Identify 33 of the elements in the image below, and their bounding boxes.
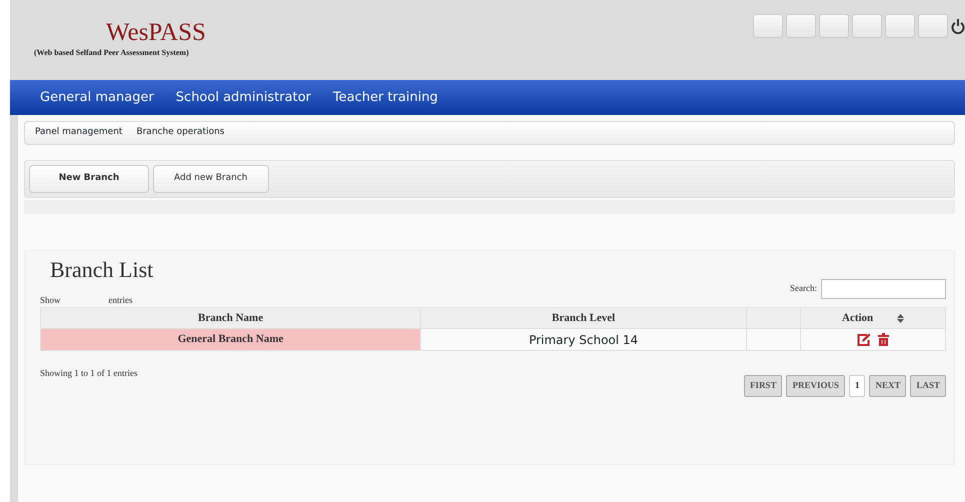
toolbar-button[interactable] [786,14,816,38]
breadcrumb-link[interactable]: Branche operations [136,126,224,140]
page-button[interactable]: PREVIOUS [786,375,845,396]
action-button[interactable]: Add new Branch [153,165,268,192]
page-button[interactable]: NEXT [869,375,906,396]
show-label: Show [40,294,61,306]
column-header[interactable]: Branch Name [40,308,421,328]
page-button[interactable]: FIRST [744,375,782,396]
nav-link[interactable]: General manager [40,88,154,108]
table-info: Showing 1 to 1 of 1 entries [40,367,138,380]
logo-title: WesPASS [106,20,206,45]
table-cell: Primary School 14 [420,328,746,350]
toolbar-button[interactable] [753,14,783,38]
column-header[interactable]: Action [842,312,874,324]
action-button[interactable]: New Branch [29,165,149,192]
entries-label: entries [108,294,133,306]
power-icon[interactable] [951,18,965,34]
toolbar-button[interactable] [819,14,849,38]
column-header[interactable]: Branch Level [420,308,746,328]
page-button[interactable]: LAST [910,375,946,396]
breadcrumb-link[interactable]: Panel management [35,126,122,140]
nav-link[interactable]: School administrator [176,88,312,108]
page-button[interactable]: 1 [848,375,866,396]
edit-icon[interactable] [857,333,872,346]
delete-icon[interactable] [878,333,889,346]
section-title: Branch List [50,256,154,284]
nav-link[interactable]: Teacher training [333,88,438,108]
logo-subtitle: (Web based Selfand Peer Assessment System) [34,47,190,59]
toolbar-button[interactable] [852,14,882,38]
search-label: Search: [790,282,817,296]
toolbar-button[interactable] [885,14,915,38]
search-field[interactable] [821,279,946,299]
table-cell: General Branch Name [40,328,421,350]
